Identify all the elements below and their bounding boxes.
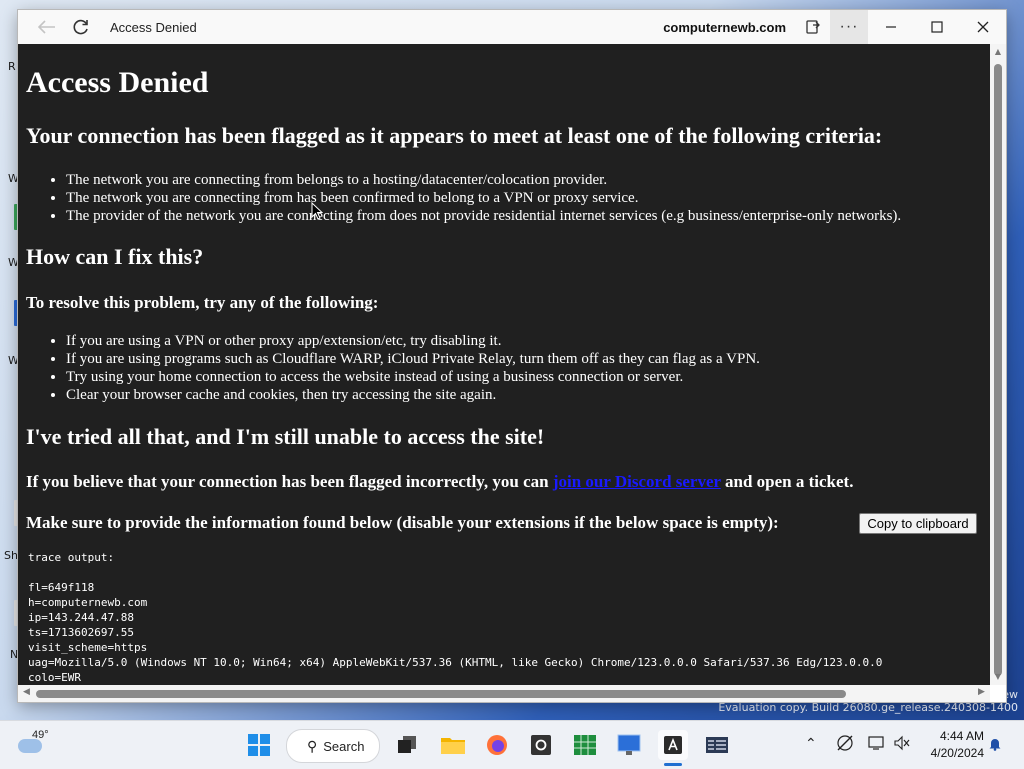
trace-label: trace output: bbox=[28, 551, 115, 564]
active-app-indicator bbox=[664, 763, 682, 766]
trace-line: fl=649f118 bbox=[28, 581, 95, 594]
trace-line: ts=1713602697.55 bbox=[28, 626, 134, 639]
start-button[interactable] bbox=[244, 730, 274, 760]
discord-link[interactable]: join our Discord server bbox=[553, 472, 721, 491]
excel-grid-icon bbox=[574, 735, 596, 755]
ticket-suffix: and open a ticket. bbox=[720, 472, 854, 491]
firefox-button[interactable] bbox=[482, 730, 512, 760]
trace-line: ip=143.244.47.88 bbox=[28, 611, 134, 624]
fix-heading: How can I fix this? bbox=[26, 244, 204, 269]
resolve-heading: To resolve this problem, try any of the … bbox=[26, 293, 379, 312]
scroll-up-icon[interactable]: ▲ bbox=[990, 47, 1006, 56]
volume-muted-icon[interactable] bbox=[894, 735, 910, 754]
display-icon[interactable] bbox=[868, 735, 886, 754]
pointer-icon bbox=[311, 202, 323, 220]
calculator-button[interactable] bbox=[702, 730, 732, 760]
maximize-button[interactable] bbox=[914, 10, 960, 44]
desktop-label-fragment: Sh bbox=[4, 549, 18, 562]
back-arrow-icon bbox=[38, 20, 55, 34]
taskbar: 49° ⚲ Search ⌃ 4:44 AM 4/20/2024 bbox=[0, 720, 1024, 769]
list-item: The provider of the network you are conn… bbox=[66, 207, 901, 225]
ticket-paragraph: If you believe that your connection has … bbox=[26, 472, 853, 492]
desktop-label-fragment: R bbox=[8, 60, 16, 73]
system-clock[interactable]: 4:44 AM 4/20/2024 bbox=[918, 728, 984, 762]
remote-desktop-icon bbox=[617, 734, 641, 755]
file-explorer-button[interactable] bbox=[438, 730, 468, 760]
remote-desktop-button[interactable] bbox=[614, 730, 644, 760]
scroll-right-icon[interactable]: ▶ bbox=[978, 687, 985, 697]
ticket-prefix: If you believe that your connection has … bbox=[26, 472, 553, 491]
font-app-button[interactable] bbox=[658, 730, 688, 760]
speaker-muted-icon bbox=[894, 735, 910, 751]
list-item: Clear your browser cache and cookies, th… bbox=[66, 386, 760, 404]
scroll-left-icon[interactable]: ◀ bbox=[23, 687, 30, 697]
folder-icon bbox=[441, 738, 465, 754]
trace-line: uag=Mozilla/5.0 (Windows NT 10.0; Win64;… bbox=[28, 656, 883, 669]
vertical-scrollbar[interactable]: ▲ ▼ bbox=[990, 44, 1006, 685]
windows-logo-icon bbox=[248, 734, 270, 756]
trace-line: visit_scheme=https bbox=[28, 641, 148, 654]
taskbar-search[interactable]: ⚲ Search bbox=[286, 729, 380, 763]
horizontal-scrollbar[interactable]: ◀ ▶ bbox=[18, 685, 990, 702]
minimize-icon bbox=[886, 26, 896, 28]
clock-date: 4/20/2024 bbox=[930, 746, 984, 760]
refresh-icon bbox=[73, 19, 88, 35]
evaluation-watermark: Evaluation copy. Build 26080.ge_release.… bbox=[718, 701, 1018, 714]
trace-output: trace output: fl=649f118 h=computernewb.… bbox=[28, 550, 882, 685]
calculator-icon bbox=[706, 737, 728, 753]
copy-to-clipboard-button[interactable]: Copy to clipboard bbox=[859, 513, 977, 534]
page-viewport: Access Denied Your connection has been f… bbox=[18, 44, 990, 685]
criteria-list: The network you are connecting from belo… bbox=[26, 171, 901, 225]
monitor-icon bbox=[868, 736, 884, 750]
app-available-button[interactable] bbox=[796, 10, 830, 44]
app-o-icon bbox=[531, 735, 551, 755]
criteria-heading: Your connection has been flagged as it a… bbox=[26, 123, 883, 148]
browser-window: Access Denied computernewb.com ··· Acces… bbox=[18, 10, 1006, 702]
close-icon bbox=[977, 21, 989, 33]
globe-no-network-icon bbox=[837, 735, 853, 751]
close-button[interactable] bbox=[960, 10, 1006, 44]
desktop-label-fragment: N bbox=[10, 648, 19, 661]
list-item: If you are using programs such as Cloudf… bbox=[66, 350, 760, 368]
notification-bell-icon[interactable] bbox=[988, 737, 1002, 751]
list-item: If you are using a VPN or other proxy ap… bbox=[66, 332, 760, 350]
task-view-icon bbox=[398, 736, 416, 753]
vertical-scroll-thumb[interactable] bbox=[994, 64, 1002, 676]
scroll-down-icon[interactable]: ▼ bbox=[990, 672, 1006, 681]
list-item: The network you are connecting from belo… bbox=[66, 171, 901, 189]
font-app-icon bbox=[664, 736, 682, 754]
search-label: Search bbox=[323, 738, 365, 754]
minimize-button[interactable] bbox=[868, 10, 914, 44]
info-instructions: Make sure to provide the information fou… bbox=[26, 513, 779, 532]
show-hidden-icons-chevron-icon[interactable]: ⌃ bbox=[805, 735, 817, 752]
firefox-icon bbox=[487, 735, 507, 755]
app-install-icon bbox=[806, 20, 820, 34]
cloud-icon bbox=[18, 739, 42, 753]
horizontal-scroll-thumb[interactable] bbox=[36, 690, 846, 698]
site-domain[interactable]: computernewb.com bbox=[663, 20, 786, 35]
spreadsheet-app-button[interactable] bbox=[570, 730, 600, 760]
task-view-button[interactable] bbox=[392, 730, 422, 760]
page-title: Access Denied bbox=[110, 19, 197, 35]
title-bar: Access Denied computernewb.com ··· bbox=[18, 10, 1006, 44]
app-o-button[interactable] bbox=[526, 730, 556, 760]
trace-line: h=computernewb.com bbox=[28, 596, 148, 609]
clock-time: 4:44 AM bbox=[939, 729, 984, 743]
list-item: The network you are connecting from has … bbox=[66, 189, 901, 207]
back-button[interactable] bbox=[30, 10, 64, 44]
trace-line: colo=EWR bbox=[28, 671, 81, 684]
maximize-icon bbox=[931, 21, 943, 33]
search-icon: ⚲ bbox=[307, 737, 318, 754]
weather-widget[interactable]: 49° bbox=[18, 729, 58, 761]
more-options-button[interactable]: ··· bbox=[830, 10, 868, 44]
refresh-button[interactable] bbox=[64, 10, 98, 44]
list-item: Try using your home connection to access… bbox=[66, 368, 760, 386]
network-disconnected-icon[interactable] bbox=[836, 735, 854, 754]
tried-heading: I've tried all that, and I'm still unabl… bbox=[26, 424, 545, 449]
fixes-list: If you are using a VPN or other proxy ap… bbox=[26, 332, 760, 404]
page-heading: Access Denied bbox=[26, 66, 209, 99]
